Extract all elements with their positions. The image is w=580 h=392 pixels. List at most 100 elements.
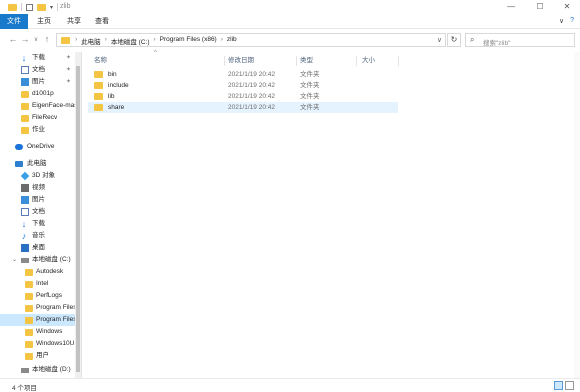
folder-icon	[94, 71, 103, 78]
nav-item-music[interactable]: ♪ 音乐	[0, 230, 81, 242]
tab-home[interactable]: 主页	[30, 14, 58, 29]
nav-item-pictures[interactable]: 图片	[0, 194, 81, 206]
breadcrumb-separator[interactable]: ›	[153, 36, 155, 46]
expand-ribbon-icon[interactable]: ∨	[559, 17, 564, 25]
nav-item-desktop[interactable]: 桌面	[0, 242, 81, 254]
close-button[interactable]: ✕	[556, 2, 578, 11]
column-header-size[interactable]: 大小	[362, 55, 375, 67]
new-folder-icon[interactable]	[37, 3, 46, 11]
folder-icon	[25, 269, 33, 276]
nav-item-program-files-x86[interactable]: Program Files	[0, 314, 81, 326]
nav-item-downloads[interactable]: ↓ 下载	[0, 218, 81, 230]
nav-item-label: Intel	[36, 280, 49, 287]
column-header-modified[interactable]: 修改日期	[228, 55, 254, 67]
table-row[interactable]: include 2021/1/19 20:42 文件夹	[88, 80, 398, 91]
file-name: include	[108, 82, 129, 89]
nav-item-pictures-pinned[interactable]: 图片 ✦	[0, 76, 81, 88]
properties-icon[interactable]	[26, 3, 33, 11]
chevron-down-icon[interactable]: ⌄	[12, 254, 17, 266]
nav-item-windows10upgrade[interactable]: Windows10U	[0, 338, 81, 350]
drive-icon	[21, 258, 29, 263]
nav-item-label: 本地磁盘 (C:)	[32, 256, 71, 263]
nav-item-onedrive[interactable]: OneDrive	[0, 141, 81, 153]
onedrive-icon	[15, 144, 23, 150]
address-field[interactable]: › 此电脑 › 本地磁盘 (C:) › Program Files (x86) …	[56, 33, 446, 47]
tab-view[interactable]: 查看	[88, 14, 116, 29]
nav-item-label: 音乐	[32, 232, 45, 239]
forward-button[interactable]: →	[20, 34, 30, 44]
nav-pane-scrollbar[interactable]	[75, 52, 81, 378]
up-button[interactable]: ↑	[42, 34, 52, 44]
nav-item-label: Program Files	[36, 316, 77, 323]
column-header-type[interactable]: 类型	[300, 55, 313, 67]
breadcrumb-zlib[interactable]: zlib	[227, 36, 237, 46]
column-divider[interactable]	[296, 56, 297, 66]
this-pc-icon	[15, 161, 23, 167]
nav-item-homework[interactable]: 作业	[0, 124, 81, 136]
nav-item-local-disk-c[interactable]: ⌄ 本地磁盘 (C:)	[0, 254, 81, 266]
pictures-icon	[21, 78, 29, 86]
minimize-button[interactable]: —	[500, 2, 522, 11]
maximize-button[interactable]: ☐	[529, 2, 551, 11]
breadcrumb-separator[interactable]: ›	[221, 36, 223, 46]
videos-icon	[21, 184, 29, 192]
file-type: 文件夹	[300, 93, 320, 100]
address-dropdown-icon[interactable]: ∨	[437, 36, 442, 44]
nav-item-downloads-pinned[interactable]: ↓ 下载 ✦	[0, 52, 81, 64]
table-row[interactable]: share 2021/1/19 20:42 文件夹	[88, 102, 398, 113]
file-type: 文件夹	[300, 104, 320, 111]
file-modified: 2021/1/19 20:42	[228, 104, 275, 111]
column-divider[interactable]	[398, 56, 399, 66]
column-divider[interactable]	[224, 56, 225, 66]
title-bar: ▾ zlib — ☐ ✕	[0, 0, 580, 14]
details-view-button[interactable]	[554, 381, 563, 390]
breadcrumb-separator[interactable]: ›	[105, 36, 107, 46]
view-switcher	[554, 381, 574, 390]
window-title: zlib	[60, 3, 71, 10]
nav-item-autodesk[interactable]: Autodesk	[0, 266, 81, 278]
nav-item-eigenface[interactable]: EigenFace-mas	[0, 100, 81, 112]
navigation-pane[interactable]: ↓ 下载 ✦ 文档 ✦ 图片 ✦ d1001p EigenFace-mas Fi…	[0, 52, 82, 378]
nav-item-d1001p[interactable]: d1001p	[0, 88, 81, 100]
nav-item-windows[interactable]: Windows	[0, 326, 81, 338]
breadcrumb-local-disk-c[interactable]: 本地磁盘 (C:)	[111, 36, 150, 46]
refresh-button[interactable]: ↻	[447, 33, 461, 47]
file-name: share	[108, 104, 125, 111]
nav-item-perflogs[interactable]: PerfLogs	[0, 290, 81, 302]
table-row[interactable]: lib 2021/1/19 20:42 文件夹	[88, 91, 398, 102]
nav-item-label: Windows	[36, 328, 63, 335]
nav-item-3d-objects[interactable]: 3D 对象	[0, 170, 81, 182]
help-icon[interactable]: ?	[570, 17, 574, 25]
nav-item-users[interactable]: 用户	[0, 350, 81, 362]
breadcrumb-this-pc[interactable]: 此电脑	[81, 36, 101, 46]
nav-item-intel[interactable]: Intel	[0, 278, 81, 290]
search-icon: ⌕	[470, 35, 475, 44]
file-list[interactable]: ^ 名称 修改日期 类型 大小 bin 2021/1/19 20:42 文件夹 …	[84, 50, 580, 378]
nav-item-documents[interactable]: 文档	[0, 206, 81, 218]
status-bar: 4 个项目	[0, 378, 580, 392]
back-button[interactable]: ←	[8, 34, 18, 44]
search-input[interactable]: ⌕ 搜索"zlib"	[465, 33, 575, 47]
breadcrumb-program-files-x86[interactable]: Program Files (x86)	[160, 36, 217, 46]
column-divider[interactable]	[356, 56, 357, 66]
column-header-name[interactable]: 名称	[94, 55, 107, 67]
table-row[interactable]: bin 2021/1/19 20:42 文件夹	[88, 69, 398, 80]
recent-locations-button[interactable]: ∨	[31, 36, 41, 43]
ribbon: 文件 主页 共享 查看 ∨ ?	[0, 14, 580, 29]
tab-share[interactable]: 共享	[60, 14, 88, 29]
nav-item-local-disk-d[interactable]: 本地磁盘 (D:)	[0, 364, 81, 376]
nav-item-program-files[interactable]: Program Files	[0, 302, 81, 314]
customize-toolbar-icon[interactable]: ▾	[50, 4, 53, 11]
quick-access-toolbar: ▾	[8, 3, 59, 11]
ribbon-right-icons: ∨ ?	[559, 17, 574, 25]
nav-item-filerecv[interactable]: FileRecv	[0, 112, 81, 124]
tab-file[interactable]: 文件	[0, 14, 28, 29]
breadcrumb: › 此电脑 › 本地磁盘 (C:) › Program Files (x86) …	[75, 36, 237, 46]
folder-icon	[25, 317, 33, 324]
nav-item-videos[interactable]: 视频	[0, 182, 81, 194]
nav-item-documents-pinned[interactable]: 文档 ✦	[0, 64, 81, 76]
scrollbar-thumb[interactable]	[76, 66, 80, 372]
nav-item-this-pc[interactable]: 此电脑	[0, 158, 81, 170]
file-list-scrollbar[interactable]	[574, 52, 580, 378]
large-icons-view-button[interactable]	[565, 381, 574, 390]
